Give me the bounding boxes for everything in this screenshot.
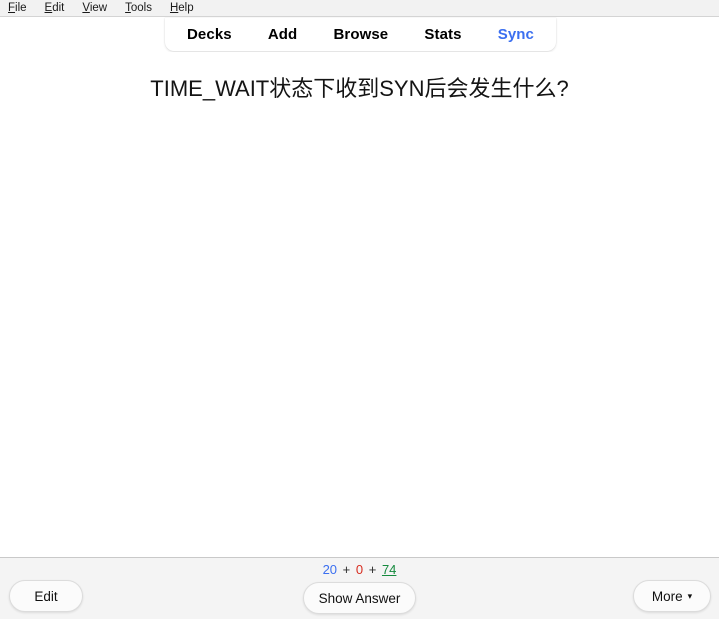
card-content-area: TIME_WAIT状态下收到SYN后会发生什么? [0,52,719,557]
menu-item-edit[interactable]: Edit [45,0,73,16]
menu-item-file-mnemonic: F [8,2,16,14]
card-question-text: TIME_WAIT状态下收到SYN后会发生什么? [150,76,569,101]
menu-item-view-mnemonic: V [82,2,90,14]
menu-item-file[interactable]: File [8,0,35,16]
show-answer-button[interactable]: Show Answer [303,582,416,614]
menu-item-help[interactable]: Help [170,0,202,16]
main-toolbar: Decks Add Browse Stats Sync [165,18,556,51]
tab-browse[interactable]: Browse [333,27,388,42]
card-counts: 20 + 0 + 74 [0,562,719,578]
show-answer-button-label: Show Answer [318,590,401,606]
tab-sync[interactable]: Sync [498,27,534,42]
menu-item-tools-label: ools [130,2,152,14]
more-button-label: More [651,588,683,604]
count-new[interactable]: 20 [323,562,337,577]
tab-stats[interactable]: Stats [424,27,461,42]
chevron-down-icon: ▾ [687,590,693,601]
menu-item-file-label: ile [15,2,27,14]
bottom-bar: 20 + 0 + 74 Edit Show Answer More ▾ [0,557,719,619]
count-separator-2: + [368,562,377,577]
edit-button[interactable]: Edit [9,580,83,612]
count-due[interactable]: 74 [382,562,396,577]
menu-item-help-label: elp [178,2,194,14]
menu-item-view-label: iew [89,2,108,14]
menu-item-tools[interactable]: Tools [125,0,160,16]
toolbar-region: Decks Add Browse Stats Sync [0,18,719,52]
edit-button-label: Edit [34,588,58,604]
menu-item-edit-label: dit [52,2,65,14]
more-button[interactable]: More ▾ [633,580,711,612]
menu-bar: File Edit View Tools Help [0,0,719,17]
menu-item-view[interactable]: View [82,0,115,16]
count-separator-1: + [342,562,351,577]
count-learning[interactable]: 0 [356,562,363,577]
tab-add[interactable]: Add [268,27,297,42]
tab-decks[interactable]: Decks [187,27,232,42]
